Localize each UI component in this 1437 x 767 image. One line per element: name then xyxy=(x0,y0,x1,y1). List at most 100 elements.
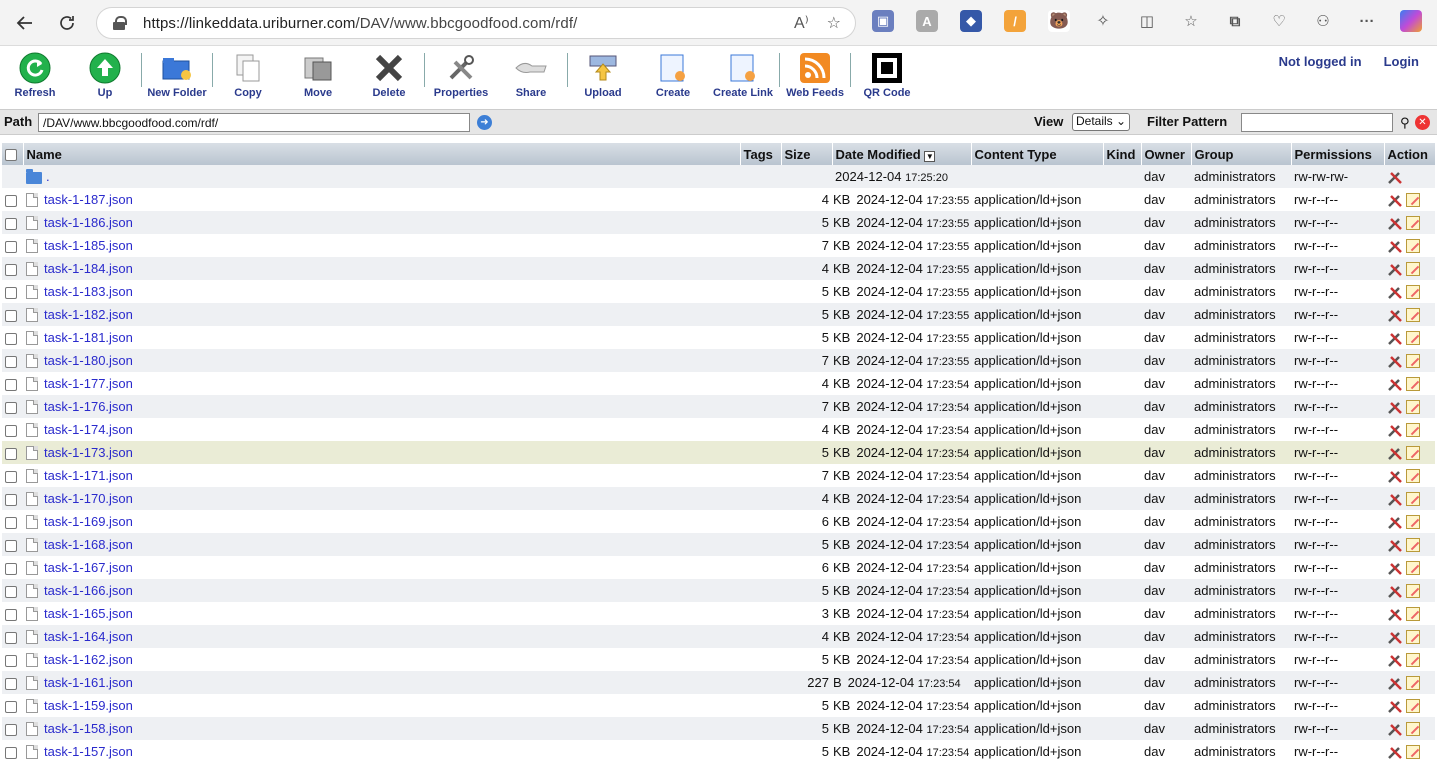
properties-tools-icon[interactable] xyxy=(1387,699,1403,714)
file-name-link[interactable]: task-1-185.json xyxy=(44,238,133,253)
edit-icon[interactable] xyxy=(1406,331,1420,346)
file-name-link[interactable]: task-1-182.json xyxy=(44,307,133,322)
column-header-owner[interactable]: Owner xyxy=(1141,143,1192,165)
filter-pattern-input[interactable] xyxy=(1241,113,1393,132)
file-name-link[interactable]: task-1-164.json xyxy=(44,629,133,644)
table-row[interactable]: task-1-162.json 5 KB 2024-12-04 17:23:54 app… xyxy=(2,648,1435,671)
row-checkbox[interactable] xyxy=(5,493,17,506)
properties-tools-icon[interactable] xyxy=(1387,561,1403,576)
table-row[interactable]: task-1-164.json 4 KB 2024-12-04 17:23:54 app… xyxy=(2,625,1435,648)
properties-tools-icon[interactable] xyxy=(1387,538,1403,553)
edit-icon[interactable] xyxy=(1406,722,1420,737)
column-header-permissions[interactable]: Permissions xyxy=(1291,143,1385,165)
row-checkbox[interactable] xyxy=(5,240,17,253)
row-checkbox[interactable] xyxy=(5,562,17,575)
file-name-link[interactable]: task-1-181.json xyxy=(44,330,133,345)
move-button[interactable]: Move xyxy=(283,51,353,99)
table-row[interactable]: task-1-159.json 5 KB 2024-12-04 17:23:54 app… xyxy=(2,694,1435,717)
properties-tools-icon[interactable] xyxy=(1387,423,1403,438)
favorite-star-icon[interactable]: ☆ xyxy=(827,13,841,33)
create-button[interactable]: Create xyxy=(638,51,708,99)
row-checkbox[interactable] xyxy=(5,631,17,644)
table-row[interactable]: task-1-185.json 7 KB 2024-12-04 17:23:55 app… xyxy=(2,234,1435,257)
edit-icon[interactable] xyxy=(1406,538,1420,553)
edit-icon[interactable] xyxy=(1406,400,1420,415)
row-checkbox[interactable] xyxy=(5,654,17,667)
login-link[interactable]: Login xyxy=(1384,54,1419,69)
properties-tools-icon[interactable] xyxy=(1387,193,1403,208)
extension-icon[interactable]: A xyxy=(916,10,938,32)
table-row[interactable]: task-1-173.json 5 KB 2024-12-04 17:23:54 app… xyxy=(2,441,1435,464)
properties-tools-icon[interactable] xyxy=(1387,722,1403,737)
table-row[interactable]: task-1-177.json 4 KB 2024-12-04 17:23:54 app… xyxy=(2,372,1435,395)
share-button[interactable]: Share xyxy=(496,51,566,99)
table-row[interactable]: task-1-180.json 7 KB 2024-12-04 17:23:55 app… xyxy=(2,349,1435,372)
properties-tools-icon[interactable] xyxy=(1387,492,1403,507)
file-name-link[interactable]: task-1-177.json xyxy=(44,376,133,391)
edit-icon[interactable] xyxy=(1406,377,1420,392)
properties-tools-icon[interactable] xyxy=(1387,239,1403,254)
row-checkbox[interactable] xyxy=(5,217,17,230)
read-aloud-icon[interactable]: A⁾ xyxy=(794,13,809,33)
row-checkbox[interactable] xyxy=(5,585,17,598)
file-name-link[interactable]: task-1-161.json xyxy=(44,675,133,690)
properties-tools-icon[interactable] xyxy=(1387,262,1403,277)
table-row[interactable]: task-1-187.json 4 KB 2024-12-04 17:23:55 app… xyxy=(2,188,1435,211)
properties-tools-icon[interactable] xyxy=(1387,331,1403,346)
row-checkbox[interactable] xyxy=(5,447,17,460)
row-checkbox[interactable] xyxy=(5,286,17,299)
row-checkbox[interactable] xyxy=(5,355,17,368)
row-checkbox[interactable] xyxy=(5,194,17,207)
table-row[interactable]: task-1-174.json 4 KB 2024-12-04 17:23:54 app… xyxy=(2,418,1435,441)
profile-icon[interactable]: ⚇ xyxy=(1312,10,1334,32)
extension-icon[interactable]: / xyxy=(1004,10,1026,32)
edit-icon[interactable] xyxy=(1406,193,1420,208)
table-row[interactable]: task-1-186.json 5 KB 2024-12-04 17:23:55 app… xyxy=(2,211,1435,234)
bear-extension-icon[interactable]: 🐻 xyxy=(1048,10,1070,32)
sort-desc-icon[interactable]: ▼ xyxy=(924,150,936,162)
properties-tools-icon[interactable] xyxy=(1387,400,1403,415)
table-row[interactable]: task-1-168.json 5 KB 2024-12-04 17:23:54 app… xyxy=(2,533,1435,556)
row-checkbox[interactable] xyxy=(5,332,17,345)
file-name-link[interactable]: task-1-171.json xyxy=(44,468,133,483)
delete-button[interactable]: Delete xyxy=(354,51,424,99)
table-row[interactable]: task-1-176.json 7 KB 2024-12-04 17:23:54 app… xyxy=(2,395,1435,418)
file-name-link[interactable]: task-1-162.json xyxy=(44,652,133,667)
puzzle-icon[interactable]: ✧ xyxy=(1092,10,1114,32)
edit-icon[interactable] xyxy=(1406,216,1420,231)
column-header-tags[interactable]: Tags xyxy=(740,143,782,165)
table-row[interactable]: task-1-171.json 7 KB 2024-12-04 17:23:54 app… xyxy=(2,464,1435,487)
file-name-link[interactable]: task-1-170.json xyxy=(44,491,133,506)
row-checkbox[interactable] xyxy=(5,723,17,736)
properties-tools-icon[interactable] xyxy=(1387,170,1403,185)
row-checkbox[interactable] xyxy=(5,309,17,322)
row-checkbox[interactable] xyxy=(5,539,17,552)
back-arrow-icon[interactable] xyxy=(8,6,42,40)
table-row[interactable]: task-1-157.json 5 KB 2024-12-04 17:23:54 app… xyxy=(2,740,1435,763)
file-name-link[interactable]: task-1-165.json xyxy=(44,606,133,621)
table-row[interactable]: task-1-166.json 5 KB 2024-12-04 17:23:54 app… xyxy=(2,579,1435,602)
edit-icon[interactable] xyxy=(1406,561,1420,576)
create-link-button[interactable]: Create Link xyxy=(708,51,778,99)
extension-icon[interactable]: ▣ xyxy=(872,10,894,32)
table-row[interactable]: task-1-158.json 5 KB 2024-12-04 17:23:54 app… xyxy=(2,717,1435,740)
edit-icon[interactable] xyxy=(1406,239,1420,254)
properties-tools-icon[interactable] xyxy=(1387,308,1403,323)
properties-tools-icon[interactable] xyxy=(1387,607,1403,622)
parent-folder-row[interactable]: . 2024-12-04 17:25:20 dav administrators… xyxy=(2,165,1435,188)
lock-icon[interactable] xyxy=(113,16,127,30)
web-feeds-button[interactable]: Web Feeds xyxy=(780,51,850,99)
edit-icon[interactable] xyxy=(1406,469,1420,484)
copilot-icon[interactable] xyxy=(1400,10,1422,32)
qr-code-button[interactable]: QR Code xyxy=(852,51,922,99)
row-checkbox[interactable] xyxy=(5,378,17,391)
table-row[interactable]: task-1-182.json 5 KB 2024-12-04 17:23:55 app… xyxy=(2,303,1435,326)
copy-button[interactable]: Copy xyxy=(213,51,283,99)
edit-icon[interactable] xyxy=(1406,745,1420,760)
edit-icon[interactable] xyxy=(1406,630,1420,645)
row-checkbox[interactable] xyxy=(5,401,17,414)
file-name-link[interactable]: task-1-176.json xyxy=(44,399,133,414)
table-row[interactable]: task-1-161.json 227 B 2024-12-04 17:23:54 ap… xyxy=(2,671,1435,694)
properties-tools-icon[interactable] xyxy=(1387,469,1403,484)
column-header-size[interactable]: Size xyxy=(781,143,833,165)
